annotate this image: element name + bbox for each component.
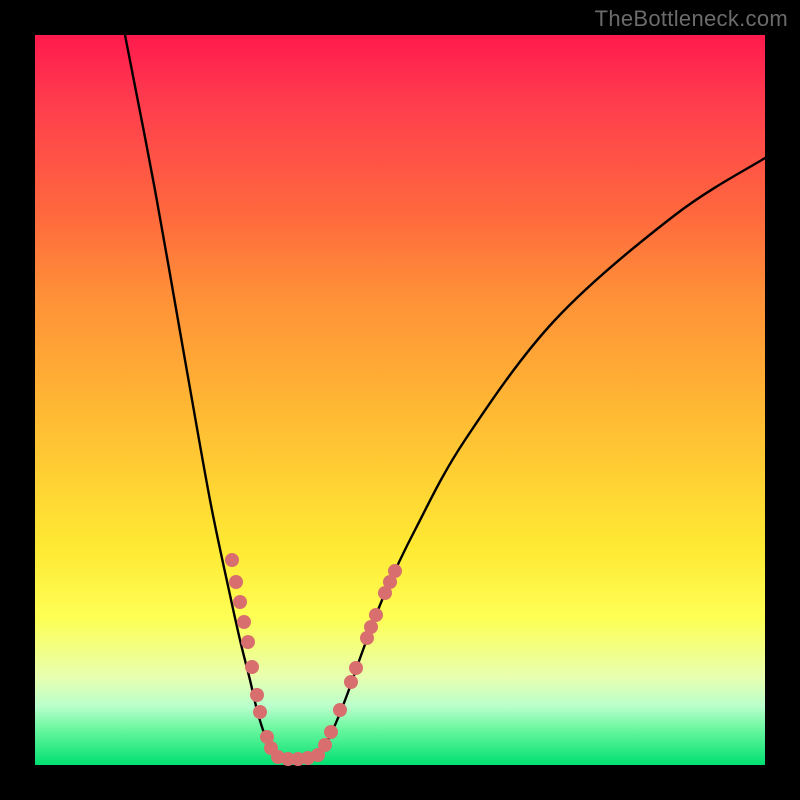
marker-group — [225, 553, 402, 766]
v-curve-path — [125, 35, 765, 759]
marker-dot — [333, 703, 347, 717]
watermark-text: TheBottleneck.com — [595, 6, 788, 32]
marker-dot — [349, 661, 363, 675]
marker-dot — [237, 615, 251, 629]
chart-svg — [35, 35, 765, 765]
marker-dot — [225, 553, 239, 567]
marker-dot — [250, 688, 264, 702]
marker-dot — [245, 660, 259, 674]
plot-area — [35, 35, 765, 765]
marker-dot — [229, 575, 243, 589]
marker-dot — [369, 608, 383, 622]
marker-dot — [233, 595, 247, 609]
marker-dot — [318, 738, 332, 752]
marker-dot — [344, 675, 358, 689]
marker-dot — [364, 620, 378, 634]
marker-dot — [388, 564, 402, 578]
marker-dot — [253, 705, 267, 719]
marker-dot — [324, 725, 338, 739]
chart-frame: TheBottleneck.com — [0, 0, 800, 800]
marker-dot — [241, 635, 255, 649]
